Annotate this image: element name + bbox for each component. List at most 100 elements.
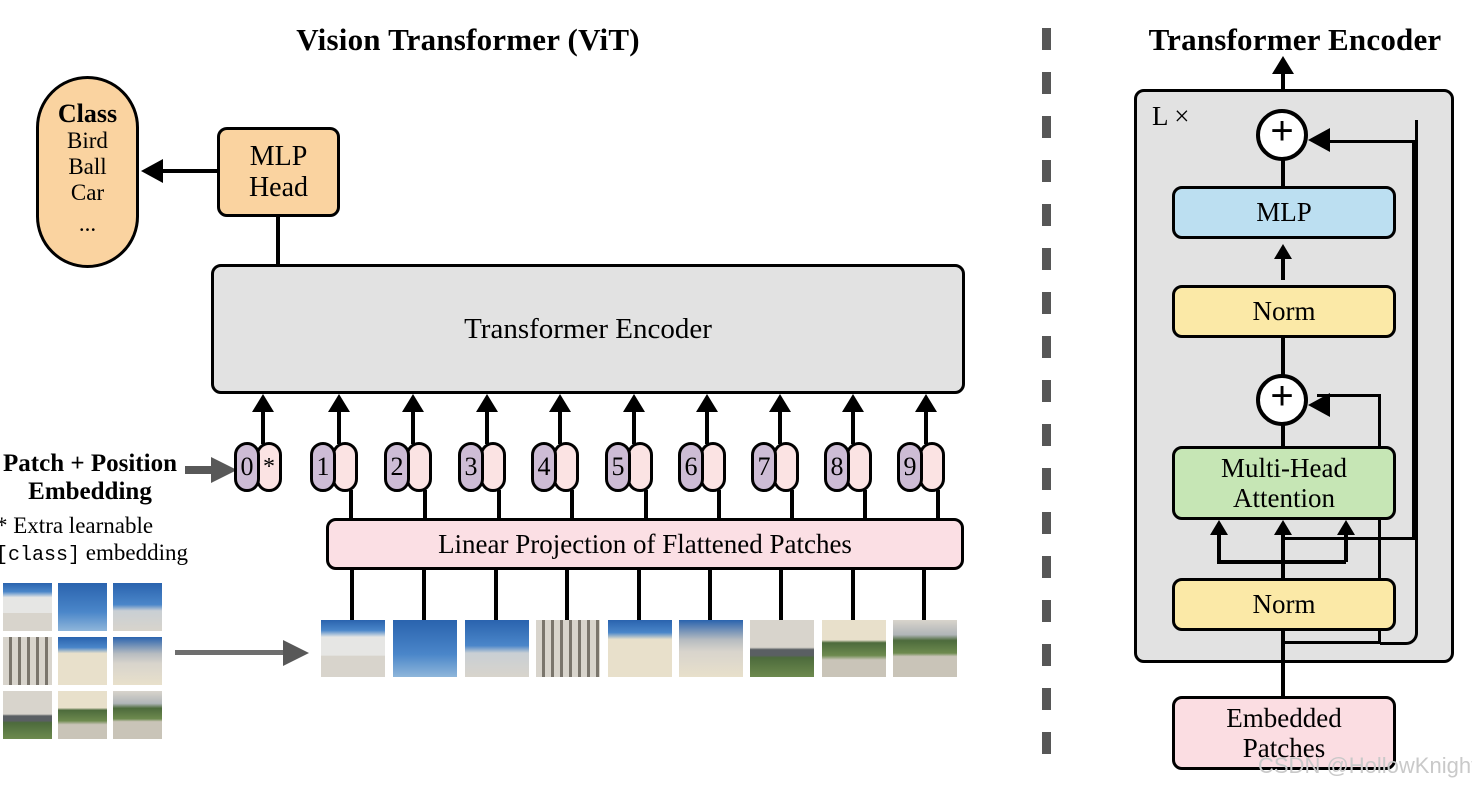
qkv-arrowhead-left (1210, 520, 1228, 535)
token-3: 3 (458, 442, 510, 492)
image-patch-9-to-projection-line (922, 568, 926, 620)
class-bubble-ellipsis: ... (78, 211, 97, 237)
flattened-patch-8 (822, 620, 886, 677)
norm-top-label: Norm (1252, 296, 1316, 327)
norm-bottom-block: Norm (1172, 578, 1396, 631)
token-7-to-encoder-line (778, 411, 782, 444)
transformer-encoder-label: Transformer Encoder (464, 312, 712, 345)
mlp-block: MLP (1172, 186, 1396, 239)
residual-rail-outer (1412, 140, 1415, 540)
footnote-line2-rest: embedding (80, 540, 188, 566)
token-9-to-encoder-arrowhead (915, 394, 937, 412)
token-3-to-encoder-arrowhead (476, 394, 498, 412)
token-0: 0 * (234, 442, 286, 492)
flattened-patch-9 (893, 620, 957, 677)
image-patch-4-to-projection-line (565, 568, 569, 620)
qkv-stem-left (1217, 534, 1221, 562)
left-panel-title: Vision Transformer (ViT) (296, 22, 640, 57)
token-3-position-embedding: 3 (458, 442, 484, 492)
patch-6-to-token-line (717, 490, 721, 520)
source-patch-r1-c3 (113, 583, 162, 631)
token-6-to-encoder-arrowhead (696, 394, 718, 412)
token-7: 7 (751, 442, 803, 492)
token-0-to-encoder-arrowhead (252, 394, 274, 412)
linear-projection-label: Linear Projection of Flattened Patches (438, 528, 852, 559)
embedded-to-norm-line (1281, 629, 1285, 704)
token-5-position-embedding: 5 (605, 442, 631, 492)
token-0-position-embedding: 0 (234, 442, 260, 492)
source-to-strip-arrow (175, 640, 310, 666)
token-2: 2 (384, 442, 436, 492)
image-patch-3-to-projection-line (494, 568, 498, 620)
image-patch-7-to-projection-line (779, 568, 783, 620)
flattened-patch-3 (465, 620, 529, 677)
multi-head-attention-block: Multi-Head Attention (1172, 446, 1396, 520)
flattened-patch-1 (321, 620, 385, 677)
plus-symbol-top: + (1270, 109, 1294, 153)
token-4-to-encoder-line (558, 411, 562, 444)
token-3-to-encoder-line (485, 411, 489, 444)
norm-top-to-mlp-line (1281, 258, 1285, 280)
source-patch-r2-c1 (3, 637, 52, 685)
class-bubble-item-ball: Ball (68, 153, 107, 179)
image-patch-8-to-projection-line (851, 568, 855, 620)
token-8-to-encoder-arrowhead (842, 394, 864, 412)
patch-7-to-token-line (790, 490, 794, 520)
token-5: 5 (605, 442, 657, 492)
flattened-patch-5 (608, 620, 672, 677)
qkv-arrowhead-mid (1274, 520, 1292, 535)
footnote-line2: [class] embedding (0, 539, 188, 568)
qkv-stem-right (1344, 534, 1348, 562)
token-8: 8 (824, 442, 876, 492)
norm-top-to-mlp-arrowhead (1274, 244, 1292, 259)
token-5-to-encoder-line (632, 411, 636, 444)
source-patch-r2-c2 (58, 637, 107, 685)
mlp-head-to-class-line (163, 169, 219, 173)
residual-add-bottom-arrowhead (1308, 393, 1330, 417)
source-patch-r3-c1 (3, 691, 52, 739)
embedded-patches-line1: Embedded (1226, 702, 1342, 733)
mlp-head-to-encoder-line (276, 216, 280, 266)
patch-5-to-token-line (644, 490, 648, 520)
flattened-patch-6 (679, 620, 743, 677)
patch-3-to-token-line (497, 490, 501, 520)
residual-add-top-arrowhead (1308, 128, 1330, 152)
footnote-class-token: [class] (0, 544, 81, 568)
source-patch-r1-c1 (3, 583, 52, 631)
norm-bottom-to-qkv-line (1281, 558, 1285, 580)
token-9-position-embedding: 9 (897, 442, 923, 492)
token-2-position-embedding: 2 (384, 442, 410, 492)
token-6-position-embedding: 6 (678, 442, 704, 492)
token-1: 1 (310, 442, 362, 492)
attention-label-line2: Attention (1233, 483, 1335, 513)
patch-2-to-token-line (423, 490, 427, 520)
mlp-head-label-line1: MLP (249, 140, 308, 172)
attention-label-line1: Multi-Head (1221, 452, 1347, 483)
norm-bottom-label: Norm (1252, 589, 1316, 620)
image-patch-6-to-projection-line (708, 568, 712, 620)
class-bubble-item-car: Car (70, 179, 105, 205)
mlp-to-add-top-line (1281, 158, 1285, 188)
token-1-to-encoder-arrowhead (328, 394, 350, 412)
transformer-encoder-box: Transformer Encoder (211, 264, 965, 394)
norm-top-to-add-line (1281, 336, 1285, 376)
residual-rail-inner-bottom (1283, 641, 1381, 644)
encoder-output-arrowhead (1272, 56, 1294, 74)
token-1-to-encoder-line (337, 411, 341, 444)
image-patch-2-to-projection-line (422, 568, 426, 620)
token-2-to-encoder-line (411, 411, 415, 444)
token-4: 4 (531, 442, 583, 492)
embedding-pointer-arrow (185, 455, 237, 485)
token-7-position-embedding: 7 (751, 442, 777, 492)
patch-8-to-token-line (863, 490, 867, 520)
mlp-head-label-line2: Head (248, 172, 309, 203)
norm-top-block: Norm (1172, 285, 1396, 338)
class-bubble: Class Bird Ball Car ... (36, 76, 139, 268)
image-patch-1-to-projection-line (350, 568, 354, 620)
patch-9-to-token-line (936, 490, 940, 520)
token-1-position-embedding: 1 (310, 442, 336, 492)
plus-symbol-bottom: + (1270, 374, 1294, 418)
token-6: 6 (678, 442, 730, 492)
footnote-line1: * Extra learnable (0, 513, 154, 538)
token-5-to-encoder-arrowhead (623, 394, 645, 412)
